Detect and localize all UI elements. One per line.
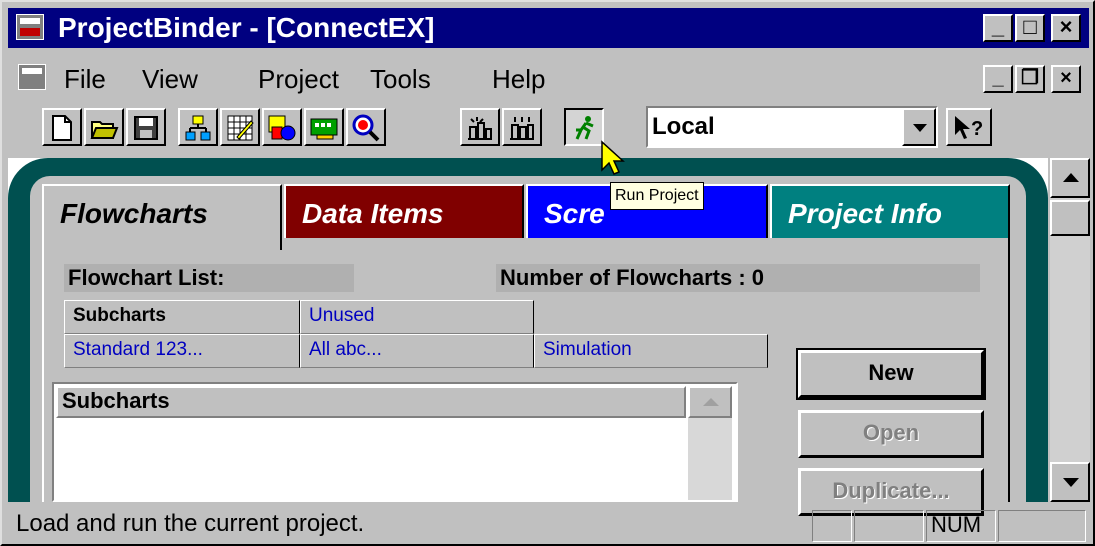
save-disk-icon[interactable] xyxy=(126,108,166,146)
menu-help[interactable]: Help xyxy=(492,62,545,96)
window-title: ProjectBinder - [ConnectEX] xyxy=(58,12,435,43)
context-help-icon[interactable]: ? xyxy=(946,108,992,146)
status-panel-1 xyxy=(812,510,852,542)
subtab-standard[interactable]: Standard 123... xyxy=(64,334,300,368)
build-icon[interactable] xyxy=(460,108,500,146)
subtab-simulation[interactable]: Simulation xyxy=(534,334,768,368)
menu-view[interactable]: View xyxy=(142,62,198,96)
doc-close-button[interactable]: × xyxy=(1051,65,1081,93)
run-project-tooltip: Run Project xyxy=(610,182,704,210)
status-bar: Load and run the current project. NUM xyxy=(4,506,1093,544)
list-header[interactable]: Subcharts xyxy=(56,386,686,418)
svg-text:?: ? xyxy=(971,118,983,140)
flowchart-list-label: Flowchart List: xyxy=(64,264,354,292)
menu-project[interactable]: Project xyxy=(258,62,339,96)
open-folder-icon[interactable] xyxy=(84,108,124,146)
card-icon[interactable] xyxy=(304,108,344,146)
menu-tools[interactable]: Tools xyxy=(370,62,431,96)
doc-restore-button[interactable]: ❐ xyxy=(1015,65,1045,93)
subtab-unused[interactable]: Unused xyxy=(300,300,534,334)
location-value: Local xyxy=(652,113,715,140)
menu-bar: File View Project Tools Help _ ❐ × xyxy=(8,60,1089,98)
menu-file[interactable]: File xyxy=(64,62,106,96)
build-all-icon[interactable] xyxy=(502,108,542,146)
app-window: ProjectBinder - [ConnectEX] _ □ × File V… xyxy=(0,0,1095,546)
status-panel-2 xyxy=(854,510,924,542)
document-icon[interactable] xyxy=(18,64,46,90)
doc-minimize-button[interactable]: _ xyxy=(983,65,1013,93)
status-text: Load and run the current project. xyxy=(16,510,365,537)
maximize-button[interactable]: □ xyxy=(1015,14,1045,42)
magnifier-icon[interactable] xyxy=(346,108,386,146)
minimize-button[interactable]: _ xyxy=(983,14,1013,42)
new-file-icon[interactable] xyxy=(42,108,82,146)
close-button[interactable]: × xyxy=(1051,14,1081,42)
list-scroll-up-icon[interactable] xyxy=(688,386,732,418)
scroll-up-icon[interactable] xyxy=(1050,158,1090,198)
hierarchy-icon[interactable] xyxy=(178,108,218,146)
flowchart-count-label: Number of Flowcharts : 0 xyxy=(496,264,980,292)
shapes-icon[interactable] xyxy=(262,108,302,146)
scroll-thumb[interactable] xyxy=(1050,200,1090,236)
tab-flowcharts[interactable]: Flowcharts xyxy=(42,184,282,250)
client-area: Data Items Scre Project Info Flowcharts … xyxy=(8,158,1048,516)
num-lock-indicator: NUM xyxy=(926,510,996,542)
subcharts-listbox[interactable]: Subcharts xyxy=(52,382,738,502)
mouse-pointer-icon xyxy=(601,140,625,175)
grid-edit-icon[interactable] xyxy=(220,108,260,146)
app-icon[interactable] xyxy=(16,14,44,40)
toolbar: Local ? xyxy=(8,104,1089,152)
chevron-down-icon[interactable] xyxy=(902,108,936,146)
list-scrollbar[interactable] xyxy=(688,386,732,500)
status-panel-4 xyxy=(998,510,1086,542)
scroll-down-icon[interactable] xyxy=(1050,462,1090,502)
subtab-subcharts[interactable]: Subcharts xyxy=(64,300,300,334)
vertical-scrollbar[interactable] xyxy=(1050,158,1090,502)
title-bar[interactable]: ProjectBinder - [ConnectEX] _ □ × xyxy=(8,8,1089,48)
tab-data-items[interactable]: Data Items xyxy=(284,184,524,240)
run-project-icon[interactable] xyxy=(564,108,604,146)
new-button[interactable]: New xyxy=(796,348,986,400)
location-combobox[interactable]: Local xyxy=(646,106,938,148)
open-button[interactable]: Open xyxy=(798,410,984,458)
tab-project-info[interactable]: Project Info xyxy=(770,184,1010,240)
subtab-all[interactable]: All abc... xyxy=(300,334,534,368)
